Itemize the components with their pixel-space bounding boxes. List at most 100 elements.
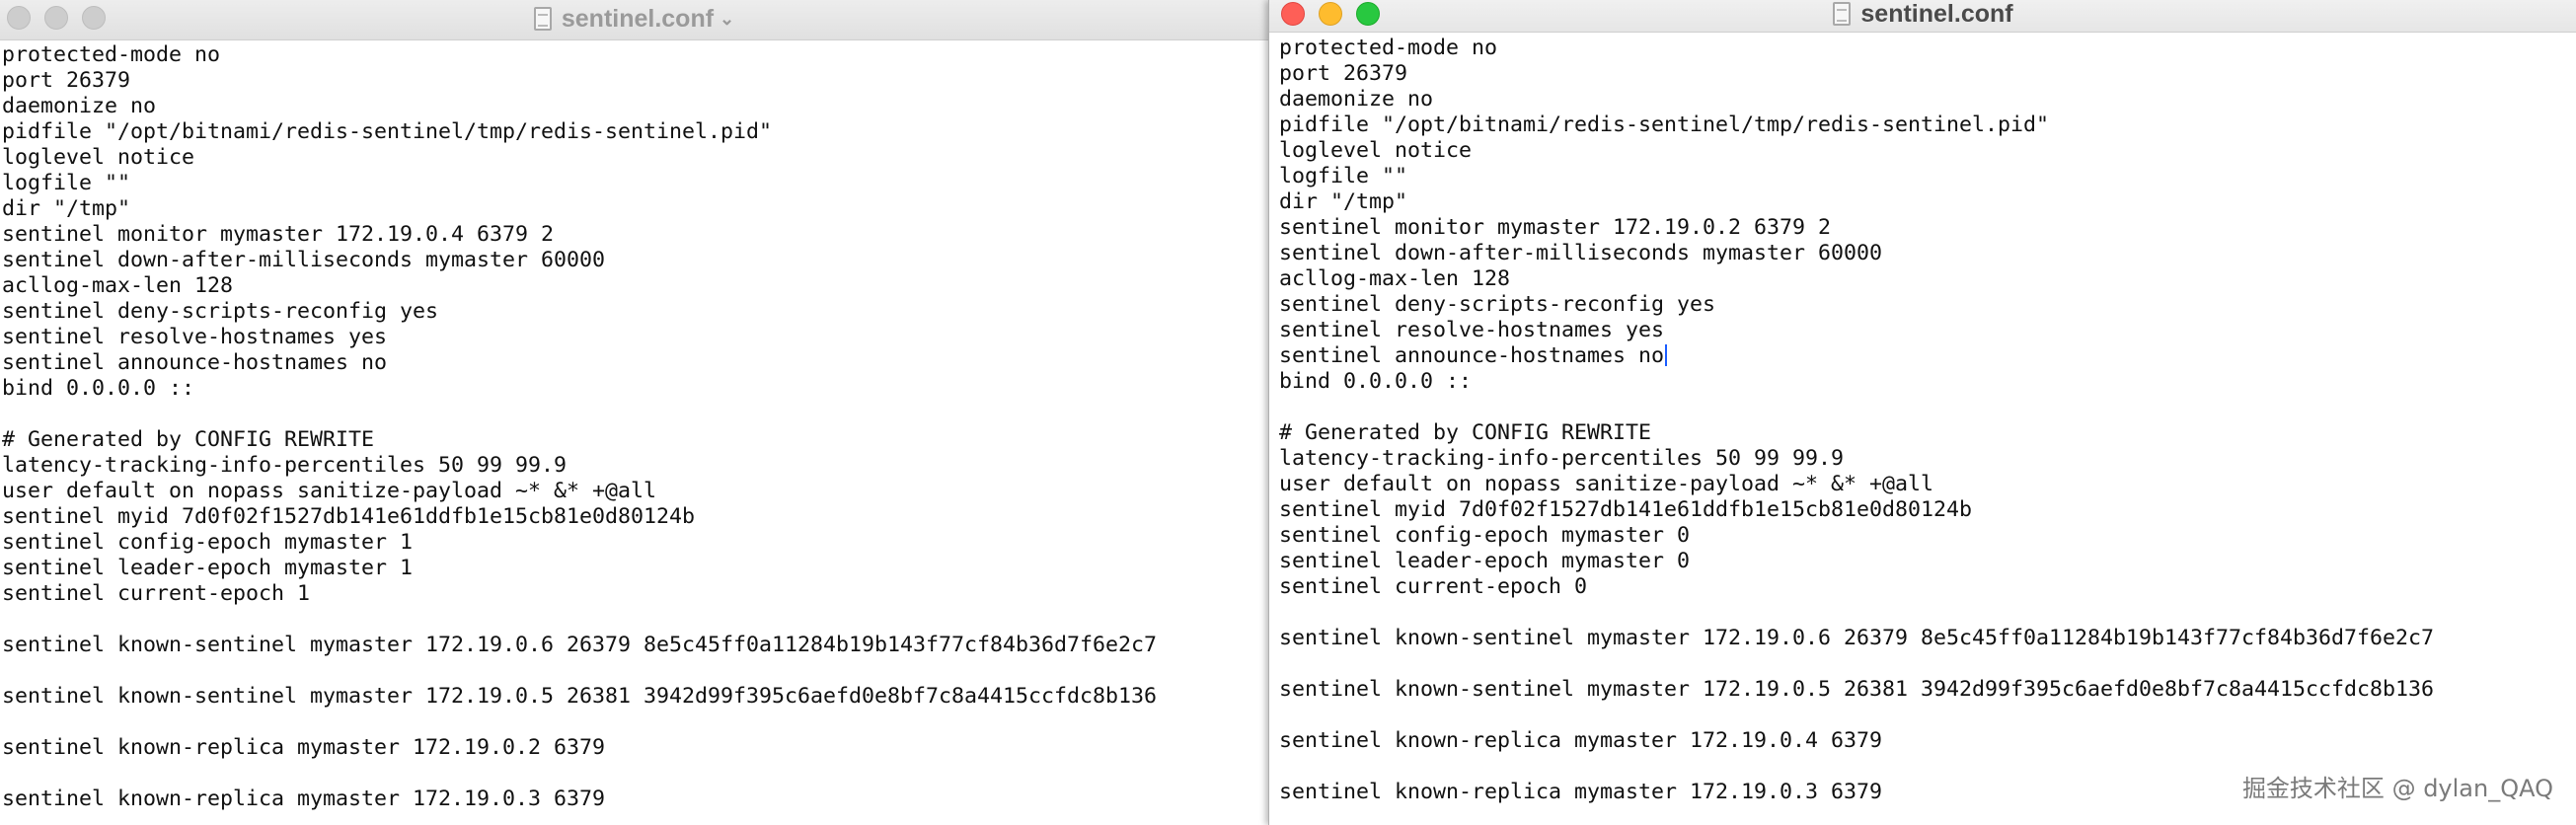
text-line: sentinel deny-scripts-reconfig yes: [1279, 292, 2576, 318]
text-line: sentinel leader-epoch mymaster 0: [1279, 549, 2576, 574]
text-line: sentinel known-replica mymaster 172.19.0…: [2, 735, 1268, 761]
right-window-title-area[interactable]: sentinel.conf: [1269, 0, 2576, 28]
text-line: sentinel announce-hostnames no: [2, 350, 1268, 376]
document-icon: [533, 7, 552, 31]
left-editor-window: sentinel.conf ⌄ protected-mode no port 263…: [0, 0, 1268, 825]
text-line: sentinel known-sentinel mymaster 172.19.…: [2, 684, 1268, 710]
text-line-content: daemonize no: [1279, 87, 1434, 112]
text-line: [1279, 395, 2576, 420]
text-line: acllog-max-len 128: [1279, 266, 2576, 292]
text-line-content: pidfile "/opt/bitnami/redis-sentinel/tmp…: [1279, 112, 2050, 137]
text-line: sentinel announce-hostnames no: [1279, 343, 2576, 369]
watermark: 掘金技术社区 @ dylan_QAQ: [2241, 775, 2553, 802]
text-line-content: sentinel monitor mymaster 172.19.0.4 637…: [2, 222, 555, 247]
text-line: sentinel config-epoch mymaster 1: [2, 530, 1268, 556]
text-line-content: sentinel config-epoch mymaster 1: [2, 530, 414, 555]
chevron-down-icon[interactable]: ⌄: [720, 0, 734, 38]
text-line: bind 0.0.0.0 ::: [2, 376, 1268, 402]
left-window-title-area[interactable]: sentinel.conf ⌄: [0, 0, 1268, 38]
left-text-area[interactable]: protected-mode no port 26379 daemonize no p…: [2, 42, 1268, 825]
text-line-content: sentinel announce-hostnames no: [1279, 343, 1665, 368]
text-line-content: sentinel known-replica mymaster 172.19.0…: [2, 735, 606, 760]
text-line: sentinel myid 7d0f02f1527db141e61ddfb1e1…: [1279, 497, 2576, 523]
text-line-content: bind 0.0.0.0 ::: [2, 376, 195, 401]
text-line-content: sentinel resolve-hostnames yes: [2, 325, 388, 349]
text-line: [1279, 703, 2576, 728]
text-line: dir "/tmp": [2, 196, 1268, 222]
text-line: user default on nopass sanitize-payload …: [2, 479, 1268, 504]
text-line: protected-mode no: [1279, 36, 2576, 61]
text-line-content: acllog-max-len 128: [1279, 266, 1511, 291]
right-editor-window: sentinel.conf protected-mode no port 2637…: [1268, 0, 2576, 825]
text-line: acllog-max-len 128: [2, 273, 1268, 299]
text-line: loglevel notice: [2, 145, 1268, 171]
text-line: [1279, 600, 2576, 626]
text-line-content: sentinel config-epoch mymaster 0: [1279, 523, 1691, 548]
text-line-content: user default on nopass sanitize-payload …: [1279, 472, 1934, 496]
text-line-content: daemonize no: [2, 94, 157, 118]
text-line-content: sentinel known-sentinel mymaster 172.19.…: [2, 633, 1158, 657]
text-line-content: sentinel current-epoch 0: [1279, 574, 1588, 599]
text-line: protected-mode no: [2, 42, 1268, 68]
text-line-content: sentinel current-epoch 1: [2, 581, 311, 606]
text-line-content: protected-mode no: [1279, 36, 1498, 60]
text-line: [2, 761, 1268, 787]
text-line: sentinel resolve-hostnames yes: [2, 325, 1268, 350]
right-titlebar[interactable]: sentinel.conf: [1269, 0, 2576, 33]
text-line-content: sentinel resolve-hostnames yes: [1279, 318, 1665, 342]
text-line: [2, 402, 1268, 427]
text-line-content: logfile "": [2, 171, 131, 195]
text-line: # Generated by CONFIG REWRITE: [2, 427, 1268, 453]
text-line-content: sentinel deny-scripts-reconfig yes: [2, 299, 439, 324]
text-line-content: dir "/tmp": [2, 196, 131, 221]
text-line-content: sentinel known-replica mymaster 172.19.0…: [1279, 728, 1883, 753]
right-text-area[interactable]: protected-mode no port 26379 daemonize no p…: [1279, 36, 2576, 825]
text-line-content: sentinel known-sentinel mymaster 172.19.…: [2, 684, 1158, 709]
text-line: loglevel notice: [1279, 138, 2576, 164]
text-line-content: sentinel deny-scripts-reconfig yes: [1279, 292, 1716, 317]
text-line: sentinel monitor mymaster 172.19.0.2 637…: [1279, 215, 2576, 241]
right-window-title: sentinel.conf: [1860, 0, 2013, 28]
text-line: sentinel down-after-milliseconds mymaste…: [2, 248, 1268, 273]
text-line-content: sentinel leader-epoch mymaster 0: [1279, 549, 1691, 573]
text-line-content: sentinel leader-epoch mymaster 1: [2, 556, 414, 580]
text-line-content: sentinel myid 7d0f02f1527db141e61ddfb1e1…: [2, 504, 696, 529]
text-line-content: # Generated by CONFIG REWRITE: [2, 427, 375, 452]
text-line-content: sentinel known-sentinel mymaster 172.19.…: [1279, 677, 2435, 702]
text-line-content: sentinel known-sentinel mymaster 172.19.…: [1279, 626, 2435, 650]
text-line: [2, 607, 1268, 633]
text-line-content: dir "/tmp": [1279, 189, 1408, 214]
text-line-content: loglevel notice: [1279, 138, 1473, 163]
text-line-content: bind 0.0.0.0 ::: [1279, 369, 1473, 394]
text-cursor: [1665, 344, 1668, 366]
text-line: daemonize no: [2, 94, 1268, 119]
text-line: user default on nopass sanitize-payload …: [1279, 472, 2576, 497]
text-line: logfile "": [2, 171, 1268, 196]
text-line: [2, 710, 1268, 735]
text-line-content: sentinel monitor mymaster 172.19.0.2 637…: [1279, 215, 1832, 240]
text-line: bind 0.0.0.0 ::: [1279, 369, 2576, 395]
text-line: daemonize no: [1279, 87, 2576, 112]
text-line: # Generated by CONFIG REWRITE: [1279, 420, 2576, 446]
text-line-content: port 26379: [2, 68, 131, 93]
text-line-content: latency-tracking-info-percentiles 50 99 …: [2, 453, 568, 478]
text-line: latency-tracking-info-percentiles 50 99 …: [2, 453, 1268, 479]
text-line: port 26379: [2, 68, 1268, 94]
text-line: sentinel down-after-milliseconds mymaste…: [1279, 241, 2576, 266]
text-line-content: protected-mode no: [2, 42, 221, 67]
text-line: sentinel known-replica mymaster 172.19.0…: [2, 787, 1268, 812]
text-line: [2, 658, 1268, 684]
text-line-content: loglevel notice: [2, 145, 195, 170]
document-icon: [1833, 2, 1852, 26]
text-line: sentinel myid 7d0f02f1527db141e61ddfb1e1…: [2, 504, 1268, 530]
text-line: sentinel known-sentinel mymaster 172.19.…: [2, 633, 1268, 658]
text-line: sentinel leader-epoch mymaster 1: [2, 556, 1268, 581]
text-line: pidfile "/opt/bitnami/redis-sentinel/tmp…: [1279, 112, 2576, 138]
text-line-content: sentinel announce-hostnames no: [2, 350, 388, 375]
text-line: dir "/tmp": [1279, 189, 2576, 215]
text-line-content: sentinel myid 7d0f02f1527db141e61ddfb1e1…: [1279, 497, 1973, 522]
text-line: sentinel current-epoch 0: [1279, 574, 2576, 600]
text-line: sentinel resolve-hostnames yes: [1279, 318, 2576, 343]
text-line-content: port 26379: [1279, 61, 1408, 86]
left-titlebar[interactable]: sentinel.conf ⌄: [0, 0, 1268, 40]
